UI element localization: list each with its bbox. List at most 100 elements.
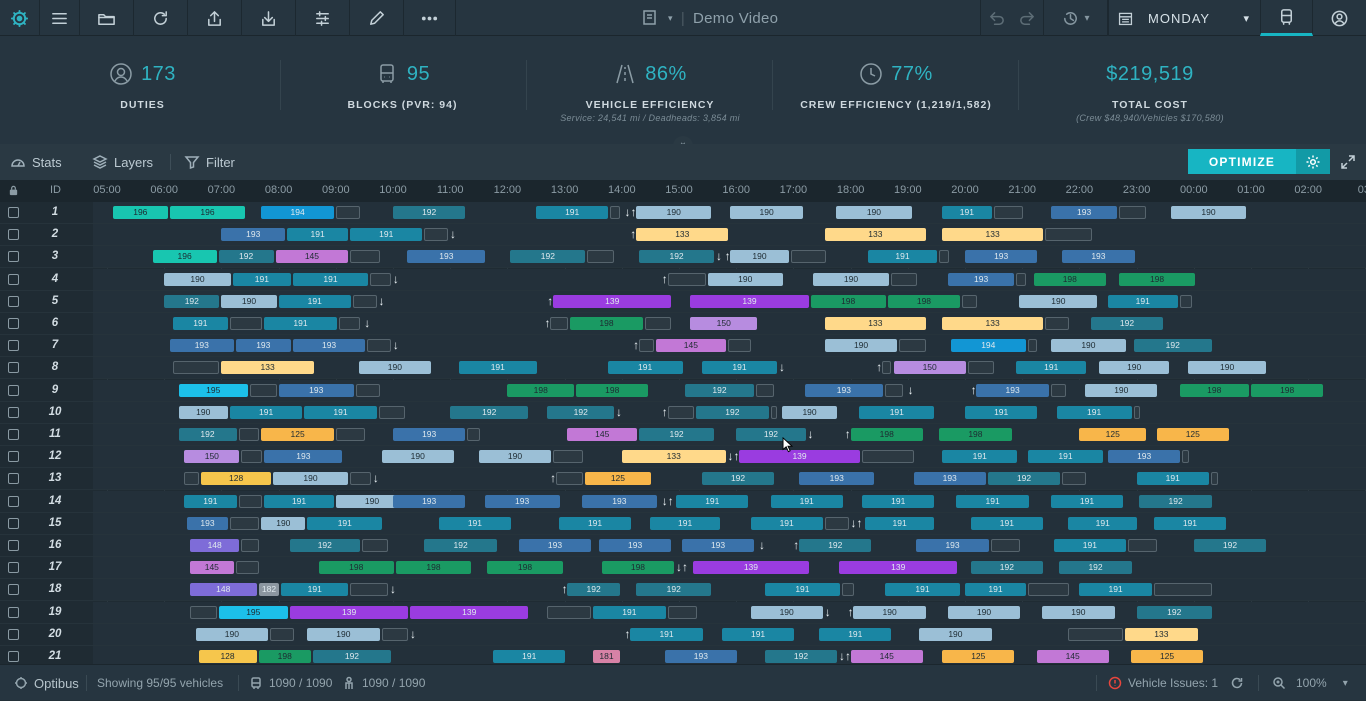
trip-block[interactable]: 190	[307, 627, 380, 641]
trip-block[interactable]: 198	[850, 428, 923, 441]
idle-segment[interactable]	[1067, 627, 1124, 641]
vehicle-row[interactable]: 21 128 198 192 191 181 193 192 ↓↑ 145 125 145 125	[0, 646, 1366, 664]
idle-segment[interactable]	[355, 383, 380, 397]
vehicle-row[interactable]: 12 150 193 190 190 133 ↓↑ 139 191 191 193	[0, 446, 1366, 469]
trip-block[interactable]: 133	[621, 450, 726, 464]
trip-block[interactable]: 191	[970, 516, 1044, 530]
optimize-settings-button[interactable]	[1296, 149, 1330, 174]
trip-block[interactable]: 190	[947, 605, 1021, 619]
idle-segment[interactable]	[338, 317, 360, 330]
row-checkbox[interactable]	[8, 318, 19, 329]
trip-block[interactable]: 125	[1156, 428, 1229, 441]
trip-block[interactable]: 193	[1050, 206, 1118, 219]
vehicle-row[interactable]: 2 193 191 191 ↓ ↑ 133 133 133	[0, 224, 1366, 247]
trip-block[interactable]: 192	[970, 561, 1044, 575]
trip-block[interactable]: 190	[781, 405, 838, 419]
idle-segment[interactable]	[241, 450, 263, 464]
trip-block[interactable]: 198	[487, 561, 563, 575]
row-checkbox[interactable]	[8, 562, 19, 574]
trip-block[interactable]: 192	[312, 650, 391, 663]
trip-block[interactable]: 190	[730, 206, 803, 219]
trip-block[interactable]: 190	[178, 405, 228, 419]
idle-segment[interactable]	[424, 228, 449, 242]
trip-block[interactable]: 193	[664, 650, 738, 663]
idle-segment[interactable]	[350, 583, 389, 597]
idle-segment[interactable]	[1045, 317, 1069, 330]
vehicle-row[interactable]: 10 190 191 191 192 192 ↓ ↑ 192 190 191 191 191	[0, 401, 1366, 424]
trip-block[interactable]: 125	[261, 428, 334, 441]
trip-block[interactable]: 192	[1193, 539, 1267, 552]
trip-block[interactable]: 191	[819, 627, 892, 641]
trip-block[interactable]: 190	[836, 206, 912, 219]
trip-block[interactable]: 193	[484, 494, 560, 508]
trip-block[interactable]: 191	[630, 627, 703, 641]
idle-segment[interactable]	[644, 317, 672, 330]
trip-block[interactable]: 191	[304, 405, 377, 419]
trip-block[interactable]: 139	[690, 294, 809, 308]
trip-block[interactable]: 133	[221, 361, 314, 375]
vehicle-row[interactable]: 8 133 190 191 191 191 ↓ ↑ 150 191 190 190	[0, 357, 1366, 380]
idle-segment[interactable]	[335, 206, 360, 219]
trip-block[interactable]: 150	[690, 317, 758, 330]
row-checkbox[interactable]	[8, 606, 19, 618]
idle-segment[interactable]	[547, 605, 592, 619]
lock-icon[interactable]	[8, 185, 19, 196]
trip-block[interactable]: 193	[264, 450, 343, 464]
idle-segment[interactable]	[993, 206, 1024, 219]
trip-block[interactable]: 192	[547, 405, 615, 419]
vehicle-row[interactable]: 3 196 192 145 193 192 192 ↓ ↑ 190 191 193 193	[0, 246, 1366, 269]
trip-block[interactable]: 193	[799, 472, 875, 486]
trip-block[interactable]: 193	[1062, 250, 1135, 264]
trip-block[interactable]: 190	[1188, 361, 1267, 375]
trip-block[interactable]: 190	[1085, 383, 1158, 397]
trip-block[interactable]: 191	[1108, 294, 1178, 308]
idle-segment[interactable]	[1027, 583, 1069, 597]
trip-block[interactable]: 190	[381, 450, 454, 464]
trip-block[interactable]: 191	[278, 294, 351, 308]
trip-block[interactable]: 139	[839, 561, 958, 575]
trip-block[interactable]: 133	[824, 228, 926, 242]
trip-block[interactable]: 150	[184, 450, 240, 464]
trip-block[interactable]: 198	[810, 294, 886, 308]
vehicle-row[interactable]: 13 128 190 ↓ ↑ 125 192 193 193 192 191	[0, 468, 1366, 491]
trip-block[interactable]: 192	[736, 428, 806, 441]
settings-sliders-button[interactable]	[296, 0, 350, 36]
trip-block[interactable]: 193	[916, 539, 989, 552]
vehicle-row[interactable]: 11 192 125 193 145 192 192 ↓ ↑ 198 198 125 125	[0, 424, 1366, 446]
idle-segment[interactable]	[370, 272, 391, 286]
trip-block[interactable]: 191	[593, 605, 666, 619]
idle-segment[interactable]	[890, 272, 918, 286]
trip-block[interactable]: 196	[112, 206, 168, 219]
idle-segment[interactable]	[862, 450, 915, 464]
undo-button[interactable]	[980, 0, 1012, 36]
trip-block[interactable]: 198	[570, 317, 643, 330]
vehicle-issues[interactable]: Vehicle Issues: 1	[1108, 665, 1218, 701]
trip-block[interactable]: 191	[264, 494, 334, 508]
trip-block[interactable]: 191	[558, 516, 632, 530]
trip-block[interactable]: 191	[1067, 516, 1138, 530]
trip-block[interactable]: 125	[1079, 428, 1147, 441]
trip-block[interactable]: 133	[824, 317, 926, 330]
trip-block[interactable]: 193	[393, 494, 466, 508]
idle-segment[interactable]	[1050, 383, 1066, 397]
vehicles-view-tab[interactable]	[1260, 0, 1313, 36]
redo-button[interactable]	[1012, 0, 1044, 36]
vehicle-row[interactable]: 1 196 196 194 192 191 ↓↑ 190 190 190 191 193 190	[0, 202, 1366, 224]
trip-block[interactable]: 193	[581, 494, 657, 508]
trip-block[interactable]: 193	[518, 539, 592, 552]
refresh-button[interactable]	[134, 0, 188, 36]
trip-block[interactable]: 190	[1050, 339, 1127, 353]
trip-block[interactable]: 192	[218, 250, 274, 264]
document-title[interactable]: ▾ | Demo Video	[640, 0, 778, 36]
trip-block[interactable]: 191	[536, 206, 609, 219]
row-checkbox[interactable]	[8, 362, 19, 374]
idle-segment[interactable]	[350, 472, 371, 486]
trip-block[interactable]: 192	[510, 250, 586, 264]
trip-block[interactable]: 193	[169, 339, 234, 353]
import-button[interactable]	[242, 0, 296, 36]
idle-segment[interactable]	[939, 250, 949, 264]
trip-block[interactable]: 198	[601, 561, 675, 575]
idle-segment[interactable]	[790, 250, 826, 264]
row-checkbox[interactable]	[8, 251, 19, 263]
trip-block[interactable]: 150	[893, 361, 966, 375]
